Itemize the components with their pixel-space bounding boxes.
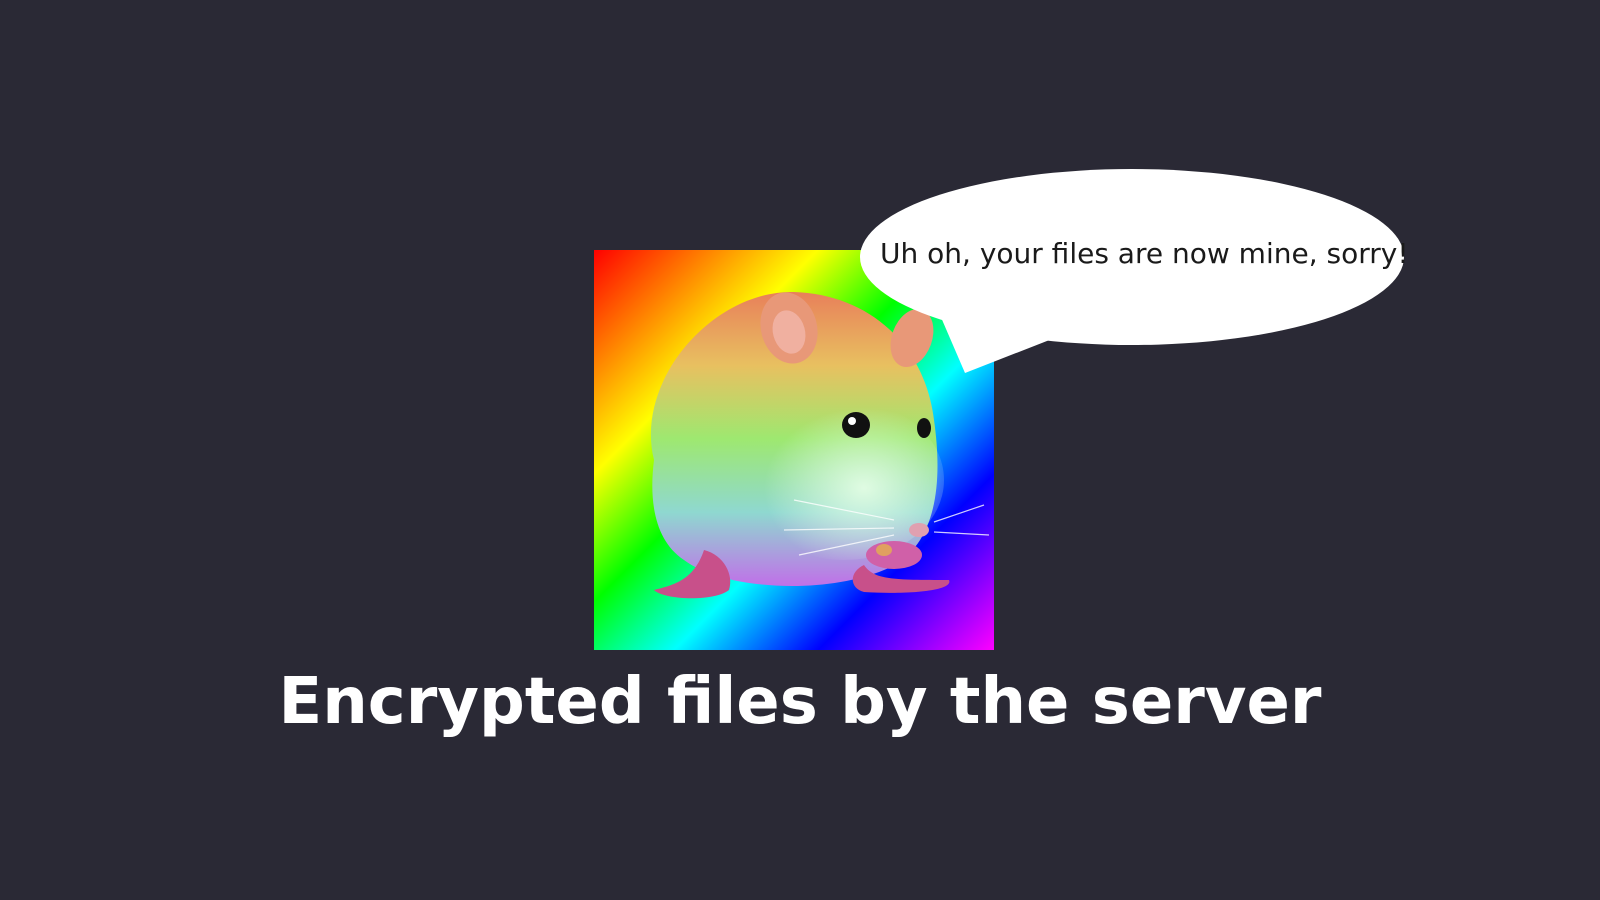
speech-bubble: Uh oh, your files are now mine, sorry!	[850, 165, 1410, 395]
page-title: Encrypted files by the server	[278, 665, 1322, 739]
speech-bubble-text: Uh oh, your files are now mine, sorry!	[880, 237, 1409, 270]
ransom-screen: Uh oh, your files are now mine, sorry! E…	[0, 0, 1600, 900]
